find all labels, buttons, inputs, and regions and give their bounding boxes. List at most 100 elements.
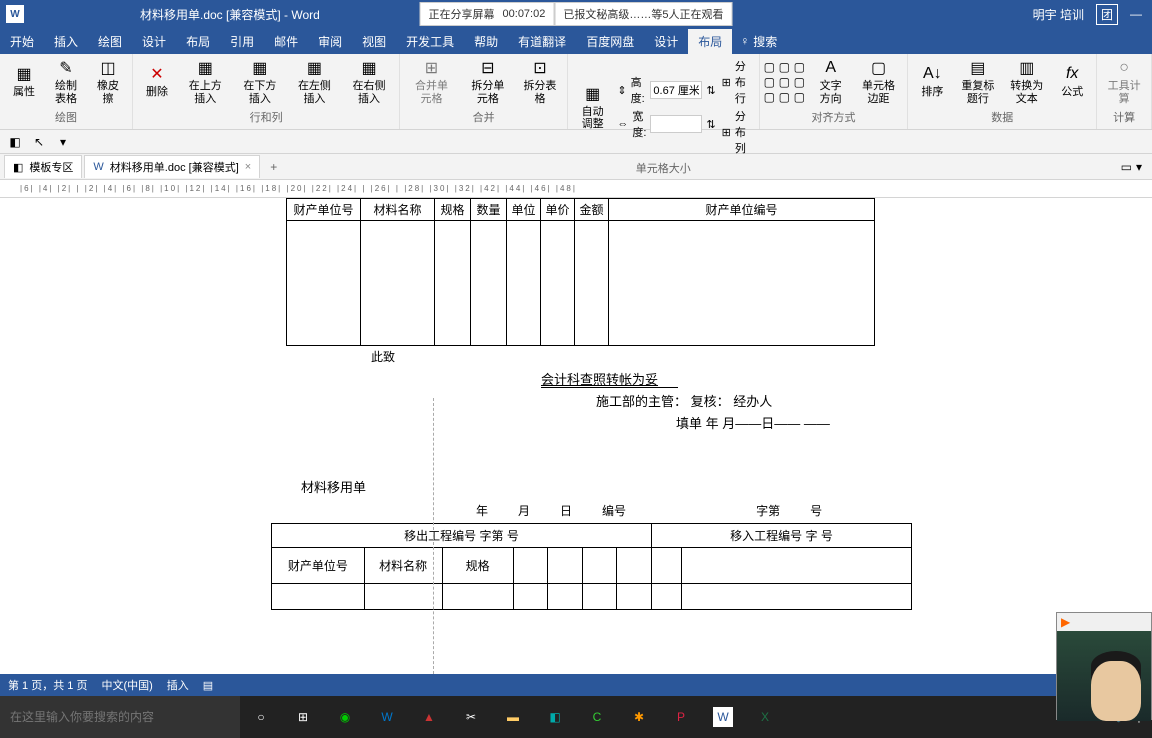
menu-insert[interactable]: 插入 [44,29,88,54]
menu-youdao[interactable]: 有道翻译 [508,29,576,54]
menu-mail[interactable]: 邮件 [264,29,308,54]
table-header[interactable]: 数量 [471,199,507,221]
width-input[interactable] [650,115,702,133]
table2-cell[interactable] [682,584,912,610]
table-cell[interactable] [609,221,875,346]
table-cell[interactable] [541,221,575,346]
horizontal-ruler[interactable]: |6| |4| |2| | |2| |4| |6| |8| |10| |12| … [0,180,1152,198]
insert-below-button[interactable]: ▦在下方插入 [234,56,287,106]
table-cell[interactable] [287,221,361,346]
draw-table-button[interactable]: ✎绘制表格 [46,56,86,106]
menu-view[interactable]: 视图 [352,29,396,54]
user-badge-icon[interactable]: 团 [1096,4,1118,25]
table-cell[interactable] [575,221,609,346]
formula-button[interactable]: fx公式 [1052,62,1092,100]
document-workspace[interactable]: 财产单位号 材料名称 规格 数量 单位 单价 金额 财产单位编号 此致 会计科查… [0,198,1152,674]
properties-button[interactable]: ▦属性 [4,62,44,100]
qa-templates-icon[interactable]: ◧ [6,133,24,151]
insert-above-button[interactable]: ▦在上方插入 [179,56,232,106]
align-br-icon[interactable]: ▢ [794,90,808,104]
align-ml-icon[interactable]: ▢ [764,75,778,89]
cell-margins-button[interactable]: ▢单元格边距 [854,56,904,106]
align-bl-icon[interactable]: ▢ [764,90,778,104]
table2-cell[interactable] [652,548,682,584]
merge-cells-button[interactable]: ⊞合并单元格 [404,56,458,106]
table2-cell[interactable] [513,584,548,610]
repeat-header-button[interactable]: ▤重复标题行 [954,56,1001,106]
sort-button[interactable]: A↓排序 [912,62,952,100]
menu-devtools[interactable]: 开发工具 [396,29,464,54]
tab-document[interactable]: W 材料移用单.doc [兼容模式] × [84,155,260,178]
table2-cell[interactable] [548,584,583,610]
table-header[interactable]: 规格 [435,199,471,221]
table-cell[interactable] [361,221,435,346]
file-explorer-icon[interactable]: ▬ [492,696,534,738]
table2-header[interactable]: 移入工程编号 字 号 [652,524,912,548]
table-header[interactable]: 材料名称 [361,199,435,221]
align-bc-icon[interactable]: ▢ [779,90,793,104]
table2-cell[interactable] [652,584,682,610]
app-red-icon[interactable]: ▲ [408,696,450,738]
align-mr-icon[interactable]: ▢ [794,75,808,89]
wechat-icon[interactable]: ◉ [324,696,366,738]
table-header[interactable]: 单价 [541,199,575,221]
compute-tool-button[interactable]: ○工具计算 [1101,56,1147,106]
powerpoint-icon[interactable]: P [660,696,702,738]
text-direction-button[interactable]: A文字方向 [810,56,852,106]
search-hint[interactable]: 搜索 [753,33,777,50]
webcam-overlay[interactable]: ▶ [1056,612,1152,720]
add-tab-button[interactable]: + [262,157,285,177]
align-tc-icon[interactable]: ▢ [779,60,793,74]
minimize-button[interactable]: — [1130,7,1142,21]
align-mc-icon[interactable]: ▢ [779,75,793,89]
eraser-button[interactable]: ◫橡皮擦 [88,56,128,106]
table-cell[interactable] [435,221,471,346]
table2-cell[interactable] [617,548,652,584]
language-indicator[interactable]: 中文(中国) [101,677,152,693]
align-tl-icon[interactable]: ▢ [764,60,778,74]
table-header[interactable]: 财产单位号 [287,199,361,221]
height-input[interactable] [650,81,702,99]
table2-cell[interactable] [513,548,548,584]
tabstrip-dropdown-icon[interactable]: ▾ [1136,160,1142,174]
table-header[interactable]: 单位 [507,199,541,221]
taskbar-search-input[interactable] [0,696,240,738]
insert-left-button[interactable]: ▦在左侧插入 [288,56,341,106]
table2-cell[interactable] [582,584,617,610]
menu-layout[interactable]: 布局 [176,29,220,54]
menu-baidu[interactable]: 百度网盘 [576,29,644,54]
qa-cursor-icon[interactable]: ↖ [30,133,48,151]
spinner-icon[interactable]: ⇅ [706,118,715,131]
menu-table-layout[interactable]: 布局 [688,29,732,54]
task-view-icon[interactable]: ⊞ [282,696,324,738]
menu-table-design[interactable]: 设计 [644,29,688,54]
table2-cell[interactable]: 材料名称 [364,548,442,584]
menu-design[interactable]: 设计 [132,29,176,54]
table2-cell[interactable] [617,584,652,610]
convert-text-button[interactable]: ▥转换为文本 [1003,56,1050,106]
split-table-button[interactable]: ⊡拆分表格 [517,56,563,106]
table-header[interactable]: 金额 [575,199,609,221]
wps-icon[interactable]: W [366,696,408,738]
materials-table-1[interactable]: 财产单位号 材料名称 规格 数量 单位 单价 金额 财产单位编号 [286,198,875,346]
qa-dropdown-icon[interactable]: ▾ [54,133,72,151]
table2-cell[interactable] [682,548,912,584]
accessibility-icon[interactable]: ▤ [203,679,213,692]
app-snip-icon[interactable]: ✂ [450,696,492,738]
table2-cell[interactable]: 财产单位号 [272,548,365,584]
spinner-icon[interactable]: ⇅ [706,84,715,97]
menu-help[interactable]: 帮助 [464,29,508,54]
app-teal-icon[interactable]: ◧ [534,696,576,738]
distribute-rows-button[interactable]: ⊞分布行 [722,58,753,106]
word-taskbar-icon[interactable]: W [713,707,733,727]
page-count[interactable]: 第 1 页，共 1 页 [8,677,87,693]
autofit-button[interactable]: ▦自动调整 [572,82,613,132]
align-grid[interactable]: ▢▢▢ ▢▢▢ ▢▢▢ [764,60,808,104]
camtasia-icon[interactable]: C [576,696,618,738]
insert-right-button[interactable]: ▦在右侧插入 [343,56,396,106]
insert-mode[interactable]: 插入 [167,677,189,693]
menu-draw[interactable]: 绘图 [88,29,132,54]
app-orange-icon[interactable]: ✱ [618,696,660,738]
split-cells-button[interactable]: ⊟拆分单元格 [461,56,515,106]
cortana-icon[interactable]: ○ [240,696,282,738]
